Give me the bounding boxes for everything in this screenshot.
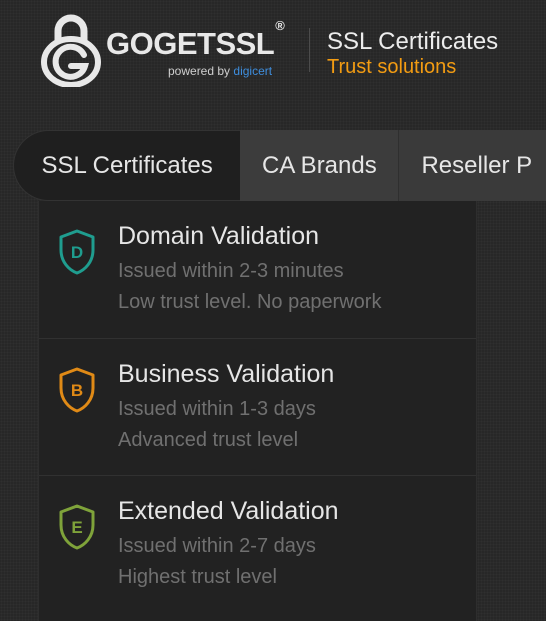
- menu-item-business-validation[interactable]: B Business Validation Issued within 1-3 …: [39, 338, 476, 475]
- shield-d-icon: D: [57, 228, 97, 276]
- powered-by-line: powered by digicert: [168, 64, 272, 78]
- header-divider: [309, 28, 310, 72]
- shield-e-icon: E: [57, 503, 97, 551]
- business-validation-time: Issued within 1-3 days: [118, 398, 316, 420]
- site-header: GOGETSSL® powered by digicert SSL Certif…: [0, 0, 546, 110]
- logo-text-ssl: SSL: [215, 26, 275, 61]
- domain-validation-time: Issued within 2-3 minutes: [118, 260, 344, 282]
- tab-reseller[interactable]: Reseller P: [399, 130, 546, 201]
- menu-item-domain-validation[interactable]: D Domain Validation Issued within 2-3 mi…: [39, 201, 476, 338]
- powered-by-label: powered by: [168, 64, 231, 78]
- business-validation-trust: Advanced trust level: [118, 429, 299, 451]
- menu-item-extended-validation[interactable]: E Extended Validation Issued within 2-7 …: [39, 475, 476, 612]
- shield-b-icon: B: [57, 366, 97, 414]
- extended-validation-time: Issued within 2-7 days: [118, 535, 316, 557]
- extended-validation-trust: Highest trust level: [118, 566, 277, 588]
- tagline-title: SSL Certificates: [327, 28, 499, 55]
- registered-mark: ®: [275, 17, 285, 33]
- main-navigation: SSL Certificates CA Brands Reseller P: [13, 130, 546, 201]
- logo-wordmark[interactable]: GOGETSSL®: [106, 19, 285, 61]
- ssl-dropdown-menu: D Domain Validation Issued within 2-3 mi…: [38, 201, 477, 621]
- tab-ca-brands[interactable]: CA Brands: [240, 130, 400, 201]
- padlock-logo-icon[interactable]: [40, 11, 102, 89]
- business-validation-title: Business Validation: [118, 360, 335, 388]
- tab-ssl-certificates[interactable]: SSL Certificates: [13, 130, 241, 201]
- logo-text-goget: GOGET: [106, 26, 216, 61]
- extended-validation-title: Extended Validation: [118, 497, 339, 525]
- tagline-subtitle: Trust solutions: [327, 56, 457, 78]
- digicert-brand: digicert: [233, 64, 273, 78]
- shield-d-letter: D: [71, 243, 83, 262]
- shield-e-letter: E: [71, 518, 82, 537]
- shield-b-letter: B: [71, 381, 83, 400]
- domain-validation-title: Domain Validation: [118, 222, 320, 250]
- domain-validation-trust: Low trust level. No paperwork: [118, 291, 382, 313]
